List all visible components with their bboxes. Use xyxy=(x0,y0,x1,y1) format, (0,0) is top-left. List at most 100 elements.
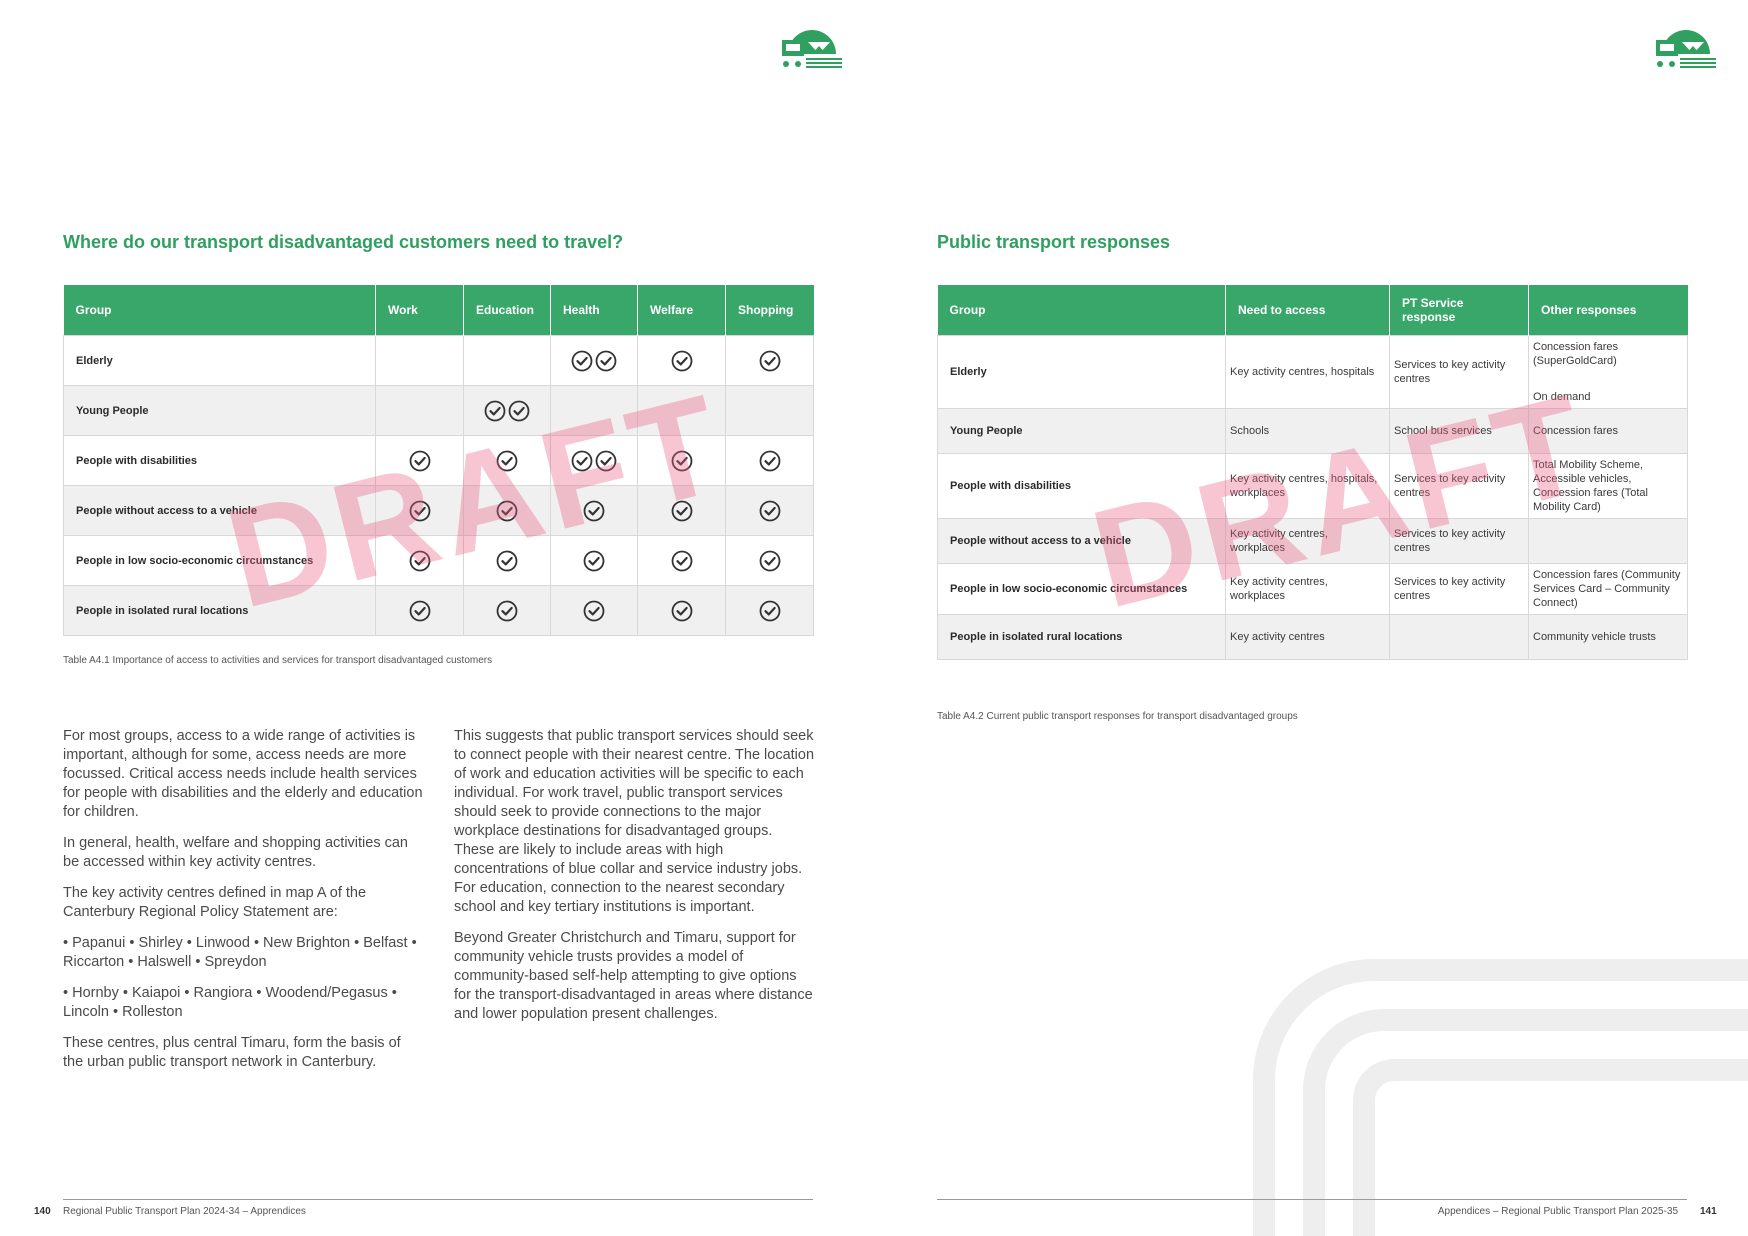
other-responses-cell: Community vehicle trusts xyxy=(1528,614,1688,660)
table-row: People without access to a vehicle Key ac… xyxy=(937,518,1688,564)
check-cell xyxy=(637,335,726,386)
other-responses-cell: Total Mobility Scheme, Accessible vehicl… xyxy=(1528,453,1688,519)
other-responses-cell: Concession fares xyxy=(1528,408,1688,454)
table-caption: Table A4.1 Importance of access to activ… xyxy=(63,655,493,666)
check-cell xyxy=(550,385,638,436)
paragraph: Beyond Greater Christchurch and Timaru, … xyxy=(454,930,813,1022)
pt-service-cell: Services to key activity centres xyxy=(1389,453,1529,519)
check-cell xyxy=(550,335,638,386)
paragraph: This suggests that public transport serv… xyxy=(454,728,815,915)
group-cell: People without access to a vehicle xyxy=(937,518,1226,564)
check-cell xyxy=(375,335,464,386)
table-row: People in low socio-economic circumstanc… xyxy=(63,535,814,586)
group-cell: People in low socio-economic circumstanc… xyxy=(63,535,376,586)
check-cell xyxy=(550,435,638,486)
check-circle-icon xyxy=(496,450,518,472)
need-to-access-cell: Key activity centres xyxy=(1225,614,1390,660)
group-cell: People in isolated rural locations xyxy=(937,614,1226,660)
column-header: Need to access xyxy=(1225,285,1390,336)
check-circle-icon xyxy=(583,500,605,522)
table-row: Young People xyxy=(63,385,814,436)
check-circle-icon xyxy=(759,450,781,472)
other-responses-cell: Concession fares (Community Services Car… xyxy=(1528,563,1688,615)
check-circle-icon xyxy=(671,350,693,372)
check-circle-icon xyxy=(571,350,593,372)
need-to-access-cell: Schools xyxy=(1225,408,1390,454)
right-page: Public transport responses Group Need to… xyxy=(874,0,1748,1236)
check-circle-icon xyxy=(759,550,781,572)
check-cell xyxy=(637,585,726,636)
column-header: Group xyxy=(63,285,376,336)
check-circle-icon xyxy=(671,500,693,522)
check-cell xyxy=(637,535,726,586)
check-circle-icon xyxy=(595,450,617,472)
transport-logo-icon xyxy=(782,30,842,68)
table-row: People in low socio-economic circumstanc… xyxy=(937,563,1688,615)
check-circle-icon xyxy=(583,600,605,622)
check-circle-icon xyxy=(484,400,506,422)
check-cell xyxy=(725,335,814,386)
check-cell xyxy=(637,485,726,536)
check-circle-icon xyxy=(759,350,781,372)
column-header: Shopping xyxy=(725,285,814,336)
check-cell xyxy=(375,585,464,636)
check-cell xyxy=(550,585,638,636)
check-cell xyxy=(637,385,726,436)
page-title: Public transport responses xyxy=(937,232,1171,252)
group-cell: Young People xyxy=(937,408,1226,454)
body-text-column: This suggests that public transport serv… xyxy=(454,727,816,1036)
group-cell: People in isolated rural locations xyxy=(63,585,376,636)
other-responses-cell xyxy=(1528,518,1688,564)
check-circle-icon xyxy=(759,500,781,522)
check-circle-icon xyxy=(409,500,431,522)
group-cell: People with disabilities xyxy=(937,453,1226,519)
other-responses-cell: Concession fares (SuperGoldCard) On deman… xyxy=(1528,335,1688,409)
need-to-access-cell: Key activity centres, workplaces xyxy=(1225,563,1390,615)
check-circle-icon xyxy=(759,600,781,622)
group-cell: Elderly xyxy=(63,335,376,386)
column-header: PT Service response xyxy=(1389,285,1529,336)
table-row: People in isolated rural locations Key ac… xyxy=(937,614,1688,660)
column-header: Work xyxy=(375,285,464,336)
group-cell: Young People xyxy=(63,385,376,436)
check-circle-icon xyxy=(595,350,617,372)
check-cell xyxy=(375,385,464,436)
pt-responses-table: Group Need to access PT Service response… xyxy=(937,285,1688,660)
table-row: People in isolated rural locations xyxy=(63,585,814,636)
check-circle-icon xyxy=(496,600,518,622)
decorative-arcs xyxy=(1253,959,1748,1236)
footer-divider xyxy=(63,1199,813,1200)
access-needs-table: Group Work Education Health Welfare Shop… xyxy=(63,285,814,636)
table-header-row: Group Need to access PT Service response… xyxy=(937,285,1688,336)
table-row: People without access to a vehicle xyxy=(63,485,814,536)
check-cell xyxy=(463,485,551,536)
column-header: Health xyxy=(550,285,638,336)
paragraph: • Papanui • Shirley • Linwood • New Brig… xyxy=(63,935,417,970)
column-header: Other responses xyxy=(1528,285,1688,336)
check-cell xyxy=(637,435,726,486)
check-circle-icon xyxy=(671,450,693,472)
check-circle-icon xyxy=(496,500,518,522)
check-circle-icon xyxy=(496,550,518,572)
table-row: People with disabilities xyxy=(63,435,814,486)
table-row: Young People Schools School bus services Co… xyxy=(937,408,1688,454)
need-to-access-cell: Key activity centres, hospitals xyxy=(1225,335,1390,409)
page-title: Where do our transport disadvantaged cus… xyxy=(63,232,624,252)
footer-divider xyxy=(937,1199,1687,1200)
check-circle-icon xyxy=(583,550,605,572)
table-row: People with disabilities Key activity cen… xyxy=(937,453,1688,519)
check-cell xyxy=(550,535,638,586)
group-cell: Elderly xyxy=(937,335,1226,409)
check-circle-icon xyxy=(409,600,431,622)
page-number: 140 xyxy=(34,1206,51,1217)
pt-service-cell: Services to key activity centres xyxy=(1389,518,1529,564)
column-header: Welfare xyxy=(637,285,726,336)
response-text: On demand xyxy=(1533,391,1591,403)
check-cell xyxy=(725,435,814,486)
check-circle-icon xyxy=(508,400,530,422)
transport-logo-icon xyxy=(1656,30,1716,68)
pt-service-cell: School bus services xyxy=(1389,408,1529,454)
table-row: Elderly xyxy=(63,335,814,386)
need-to-access-cell: Key activity centres, workplaces xyxy=(1225,518,1390,564)
paragraph: These centres, plus central Timaru, form… xyxy=(63,1035,401,1070)
